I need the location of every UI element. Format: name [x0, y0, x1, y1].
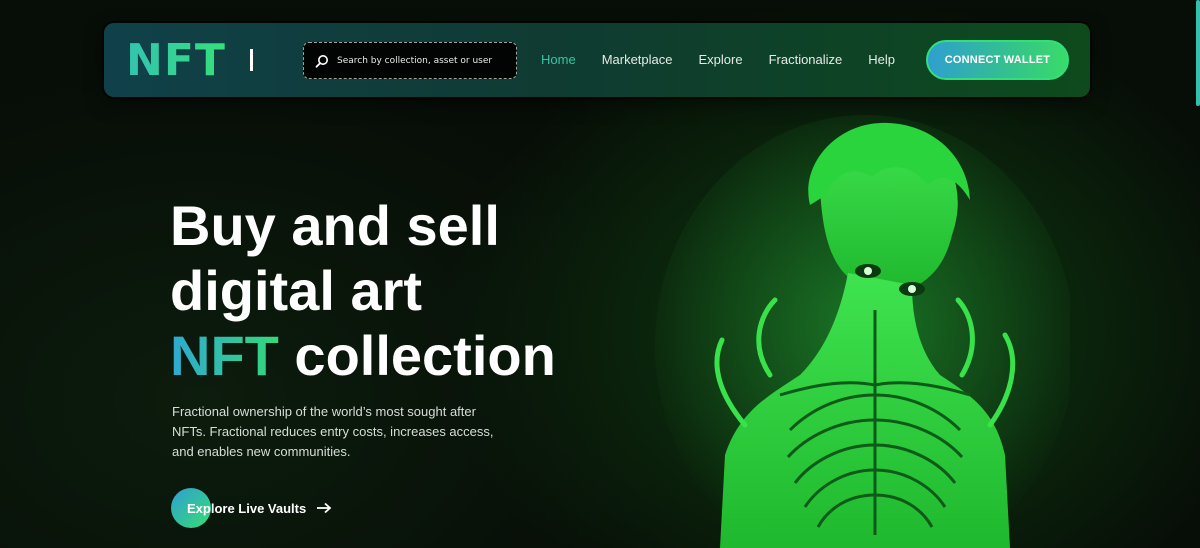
- nav-item-help[interactable]: Help: [868, 52, 895, 67]
- nav-item-fractionalize[interactable]: Fractionalize: [769, 52, 843, 67]
- hero-title-line-3: NFT collection: [170, 323, 556, 388]
- nav-item-marketplace[interactable]: Marketplace: [602, 52, 673, 67]
- connect-wallet-button[interactable]: CONNECT WALLET: [926, 40, 1069, 80]
- hero-title-accent: NFT: [170, 324, 279, 387]
- hero-title-line-1: Buy and sell: [170, 194, 500, 257]
- page-scrollbar[interactable]: [1196, 0, 1200, 106]
- green-skeleton-figure-art: [655, 115, 1070, 548]
- nav-item-home[interactable]: Home: [541, 52, 576, 67]
- hero-title-line-2: digital art: [170, 259, 423, 322]
- hero-title-line-3-rest: collection: [278, 324, 556, 387]
- top-navbar: NFT Home Marketplace Explore Fractionali…: [104, 23, 1090, 97]
- text-cursor: [250, 49, 253, 71]
- nav-item-explore[interactable]: Explore: [699, 52, 743, 67]
- hero-title: Buy and sell digital art NFT collection: [170, 193, 556, 388]
- site-logo[interactable]: NFT: [126, 35, 226, 86]
- main-nav: Home Marketplace Explore Fractionalize H…: [541, 52, 921, 67]
- search-icon: [315, 54, 328, 68]
- explore-live-vaults-button[interactable]: Explore Live Vaults: [171, 488, 332, 528]
- hero-description: Fractional ownership of the world’s most…: [172, 404, 494, 459]
- search-input[interactable]: [337, 55, 507, 66]
- search-box[interactable]: [303, 42, 517, 79]
- cta-label: Explore Live Vaults: [187, 500, 307, 516]
- arrow-right-icon: [317, 502, 332, 514]
